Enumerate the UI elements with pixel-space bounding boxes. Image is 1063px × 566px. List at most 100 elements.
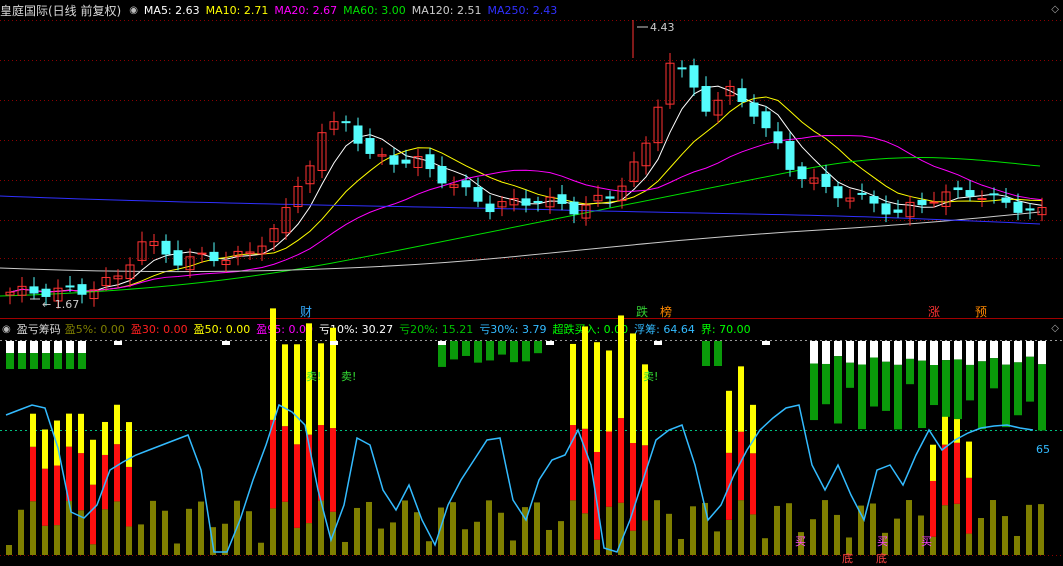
candle-body (353, 125, 363, 144)
candle-body (785, 141, 795, 170)
profit-50-bar (582, 326, 588, 429)
profit-5-bar (30, 501, 36, 555)
profit-50-bar (570, 343, 576, 426)
profit-5-bar (198, 501, 204, 555)
profit-5-bar (270, 508, 276, 555)
profit-5-bar (1038, 504, 1044, 555)
candle-body (749, 102, 759, 117)
loss-20-bar (810, 363, 818, 421)
profit-5-bar (954, 503, 960, 555)
loss-10-bar (930, 341, 938, 365)
profit-50-bar (750, 404, 756, 454)
profit-5-bar (822, 500, 828, 555)
loss-10-bar (30, 341, 38, 353)
loss-10-bar (870, 341, 878, 358)
profit-5-bar (354, 507, 360, 555)
profit-5-bar (462, 529, 468, 555)
profit-5-bar (786, 503, 792, 555)
candle-body (41, 288, 51, 297)
profit-5-bar (90, 544, 96, 555)
profit-5-bar (894, 518, 900, 555)
loss-20-bar (870, 357, 878, 407)
profit-5-bar (702, 502, 708, 555)
loss-20-bar (1026, 356, 1034, 402)
loss-20-bar (522, 341, 530, 362)
profit-5-bar (726, 519, 732, 555)
loss-20-bar (30, 353, 38, 369)
profit-5-bar (510, 540, 516, 555)
event-marker-3: 涨 (928, 304, 940, 319)
loss-10-bar (834, 341, 842, 357)
candle-body (701, 86, 711, 112)
candle-body (341, 121, 351, 124)
loss-10-bar (906, 341, 914, 359)
profit-5-bar (1002, 516, 1008, 555)
loss-20-bar (1014, 362, 1022, 416)
profit-30-bar (30, 446, 36, 502)
profit-30-bar (270, 419, 276, 509)
chart-canvas[interactable]: 4.43 ← 1.67 财 跌榜 涨 预 65 卖! 卖! 卖! 买 买 买底 底 (0, 0, 1063, 566)
profit-5-bar (498, 512, 504, 555)
profit-5-bar (138, 524, 144, 555)
profit-30-bar (954, 442, 960, 504)
profit-5-bar (546, 529, 552, 555)
profit-30-bar (90, 484, 96, 545)
loss-10-bar (810, 341, 818, 364)
profit-5-bar (186, 508, 192, 555)
profit-5-bar (834, 514, 840, 555)
profit-50-bar (318, 343, 324, 426)
event-marker-2: 榜 (660, 304, 672, 319)
candle-body (773, 131, 783, 144)
profit-5-bar (678, 538, 684, 555)
profit-50-bar (114, 404, 120, 445)
profit-5-bar (606, 506, 612, 555)
profit-50-bar (102, 421, 108, 455)
buy-signal: 买 (921, 535, 932, 548)
loss-10-bar (1026, 341, 1034, 357)
candle-body (365, 138, 375, 154)
candle-body (1001, 197, 1011, 203)
profit-5-bar (570, 500, 576, 555)
profit-50-bar (78, 413, 84, 454)
candle-body (557, 194, 567, 204)
candle-body (65, 285, 75, 288)
candle-body (437, 166, 447, 184)
candle-body (29, 286, 39, 294)
profit-5-bar (402, 500, 408, 555)
profit-5-bar (18, 509, 24, 555)
loss-10-bar (966, 341, 974, 365)
profit-50-bar (294, 344, 300, 445)
loss-20-bar (1038, 364, 1046, 431)
profit-5-bar (690, 506, 696, 555)
profit-30-bar (966, 477, 972, 534)
profit-50-bar (630, 333, 636, 444)
profit-30-bar (78, 453, 84, 511)
loss-20-bar (882, 361, 890, 411)
loss-10-bar (1038, 341, 1046, 365)
profit-5-bar (630, 530, 636, 555)
profit-5-bar (990, 500, 996, 555)
profit-30-bar (942, 444, 948, 506)
candle-body (857, 192, 867, 195)
loss-10-bar (438, 341, 446, 345)
profit-5-bar (366, 501, 372, 555)
low-price-label: ← 1.67 (42, 298, 79, 311)
float-chips-line (5, 403, 1034, 553)
loss-20-bar (858, 364, 866, 430)
profit-5-bar (534, 502, 540, 555)
profit-30-bar (294, 444, 300, 528)
loss-10-bar (762, 341, 770, 345)
candle-body (473, 187, 483, 202)
profit-5-bar (174, 543, 180, 555)
loss-20-bar (1002, 364, 1010, 428)
loss-20-bar (18, 353, 26, 369)
loss-10-bar (222, 341, 230, 345)
profit-5-bar (582, 513, 588, 555)
bottom-signal: 底 (876, 551, 887, 565)
candle-body (389, 155, 399, 165)
profit-5-bar (714, 531, 720, 555)
loss-20-bar (714, 341, 722, 366)
profit-5-bar (942, 505, 948, 555)
loss-20-bar (954, 359, 962, 420)
candle-body (461, 180, 471, 188)
